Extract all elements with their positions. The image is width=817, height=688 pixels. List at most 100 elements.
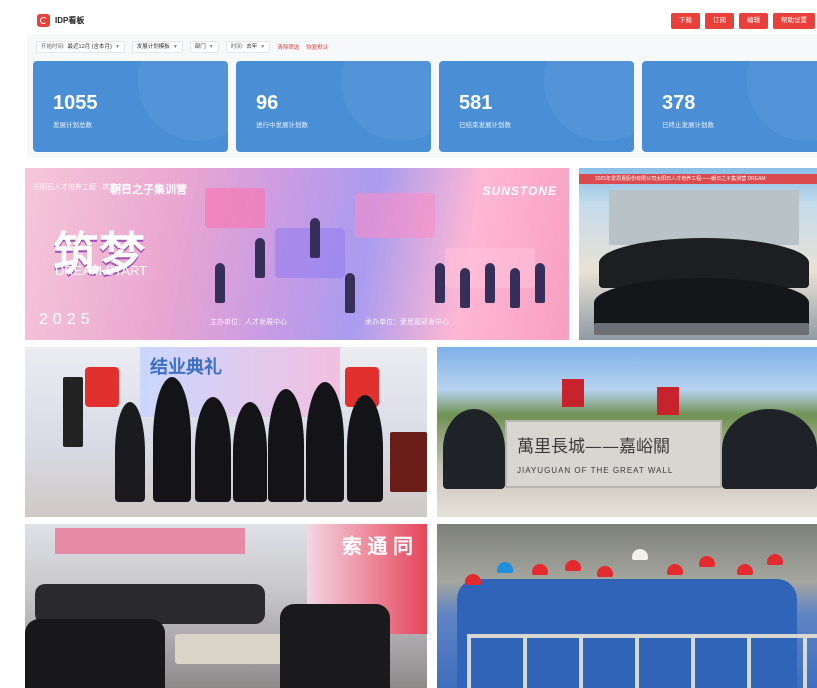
sunstone-s-logo [85,367,119,407]
clear-filter-link[interactable]: 清除筛选 [277,43,299,51]
start-time-filter[interactable]: 开始时间: 最近12月 (含本月) ▼ [36,41,125,53]
banner-brand: 朝日之子集训营 [110,184,187,196]
safety-helmet [597,566,613,577]
stat-card-terminated[interactable]: 378 已终止发展计划数 [642,61,817,152]
trainee-person [233,402,267,502]
dream-start-banner-image: 光阳石人才培养工程 · 筑梦之旅 朝日之子集训营 SUNSTONE 筑梦 DRE… [25,168,569,340]
trainee-person [153,377,191,502]
team-left-group [443,409,505,489]
classroom-training-photo: 索 通 同 [25,524,427,688]
banner-year: 2025 [39,311,95,328]
stat-label: 已结束发展计划数 [459,122,511,129]
team-photo-building: 2025年爱思嘉股份有限公司太阳石人才培养工程——朝日之子集训营 DREAM [579,168,817,340]
stat-label: 发展计划总数 [53,122,92,129]
subscribe-button[interactable]: 订阅 [705,13,734,29]
stat-card-total[interactable]: 1055 发展计划总数 [33,61,228,152]
template-filter[interactable]: 发展计划模板 ▼ [131,41,183,53]
red-flag [562,379,584,407]
jiayuguan-stone: 萬里長城——嘉峪關 JIAYUGUAN OF THE GREAT WALL [505,420,722,488]
right-trainees [280,604,390,688]
stat-card-finished[interactable]: 581 已结束发展计划数 [439,61,634,152]
banner-host: 主办单位：人才发展中心 [210,319,287,326]
department-filter[interactable]: 部门 ▼ [189,41,219,53]
puzzle-piece [205,188,265,228]
dashboard-header: IDP看板 下载 订阅 编辑 帮助设置 [27,8,817,34]
team-legs [594,323,809,335]
stat-label: 已终止发展计划数 [662,122,714,129]
help-settings-button[interactable]: 帮助设置 [773,13,815,29]
safety-helmet [667,564,683,575]
student-figure [535,263,545,303]
ceremony-screen-text: 结业典礼 [150,357,222,377]
filter-value: 去年 [246,44,258,50]
download-button[interactable]: 下载 [671,13,700,29]
trainee-person [347,395,383,502]
student-figure [460,268,470,308]
guard-rail [467,634,817,688]
safety-helmet [767,554,783,565]
event-banner-strip: 2025年爱思嘉股份有限公司太阳石人才培养工程——朝日之子集训营 DREAM [579,174,817,184]
idp-dashboard: IDP看板 下载 订阅 编辑 帮助设置 开始时间: 最近12月 (含本月) ▼ … [27,8,817,158]
filter-value: 部门 [194,44,206,50]
sunstone-logo: SUNSTONE [482,184,557,198]
stone-english-text: JIAYUGUAN OF THE GREAT WALL [517,466,674,475]
front-trainees [25,619,165,688]
worksite-team-photo [437,524,817,688]
stat-value: 378 [662,92,696,114]
stat-label: 进行中发展计划数 [256,122,308,129]
safety-helmet [699,556,715,567]
podium [390,432,427,492]
stat-cards: 1055 发展计划总数 96 进行中发展计划数 581 已结束发展计划数 378… [33,61,817,152]
filter-value: 最近12月 (含本月) [67,44,112,50]
student-figure [485,263,495,303]
student-figure [310,218,320,258]
red-flag [657,387,679,415]
restore-default-link[interactable]: 恢复默认 [306,43,328,51]
banner-organizer: 承办单位：爱思嘉研发中心 [365,319,449,326]
standee [63,377,83,447]
safety-helmet [737,564,753,575]
team-right-group [722,409,817,489]
trainee-person [268,389,304,502]
chevron-down-icon: ▼ [172,44,178,50]
puzzle-piece [355,193,435,238]
trainee-person [195,397,231,502]
stat-value: 96 [256,92,279,114]
student-figure [345,273,355,313]
safety-helmet [532,564,548,575]
chevron-down-icon: ▼ [208,44,214,50]
filter-label: 时间: [230,44,244,50]
stat-value: 1055 [53,92,98,114]
filter-value: 发展计划模板 [136,44,170,50]
safety-helmet [497,562,513,573]
graduation-ceremony-photo: 结业典礼 [25,347,427,517]
safety-helmet [465,574,481,585]
host-person [115,402,145,502]
edit-button[interactable]: 编辑 [739,13,768,29]
header-actions: 下载 订阅 编辑 帮助设置 [671,13,815,29]
student-figure [215,263,225,303]
student-figure [255,238,265,278]
safety-helmet [565,560,581,571]
chevron-down-icon: ▼ [260,44,266,50]
building [609,190,799,245]
student-figure [435,263,445,303]
chevron-down-icon: ▼ [114,44,120,50]
filter-bar: 开始时间: 最近12月 (含本月) ▼ 发展计划模板 ▼ 部门 ▼ 时间: 去年… [36,41,328,53]
app-logo-icon [37,14,50,27]
dashboard-title: IDP看板 [55,16,85,25]
great-wall-team-photo: 萬里長城——嘉峪關 JIAYUGUAN OF THE GREAT WALL [437,347,817,517]
stat-card-in-progress[interactable]: 96 进行中发展计划数 [236,61,431,152]
desk [175,634,285,664]
stat-value: 581 [459,92,493,114]
filter-label: 开始时间: [41,44,65,50]
trainee-person [306,382,344,502]
classroom-banner-text: 索 通 同 [341,536,413,558]
time-filter[interactable]: 时间: 去年 ▼ [225,41,271,53]
safety-helmet [632,549,648,560]
student-figure [510,268,520,308]
banner-subtitle: DREAM START [55,263,147,278]
stone-chinese-text: 萬里長城——嘉峪關 [517,437,670,457]
team-front-row [594,278,809,328]
seated-trainees [35,584,265,624]
